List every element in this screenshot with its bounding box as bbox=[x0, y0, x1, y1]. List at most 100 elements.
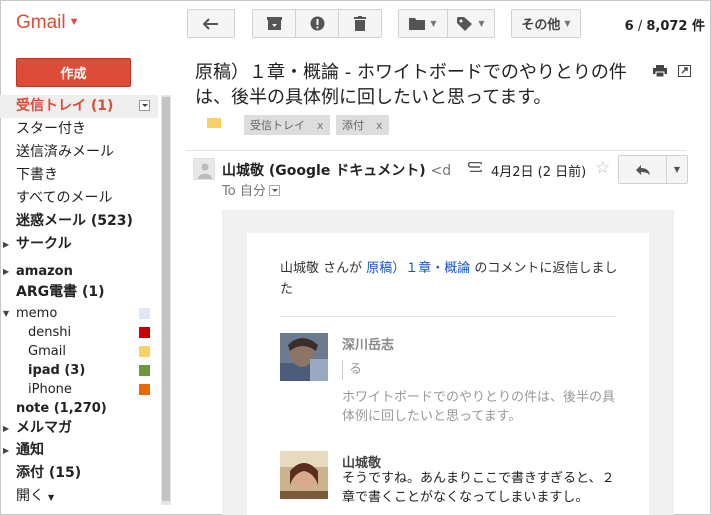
commenter-avatar bbox=[280, 333, 328, 381]
back-to-inbox-button[interactable] bbox=[187, 9, 235, 38]
chevron-down-icon: ▼ bbox=[478, 19, 485, 28]
commenter-name: 深川岳志 bbox=[342, 338, 395, 353]
sidebar-item-label: note (1,270) bbox=[16, 401, 107, 416]
label-color-swatch[interactable] bbox=[139, 346, 150, 357]
title-prefix: 山城敬 さんが bbox=[280, 261, 367, 276]
inbox-menu-icon[interactable] bbox=[139, 100, 150, 111]
expand-triangle-icon[interactable]: ▶ bbox=[3, 262, 9, 281]
sidebar-item-label: 通知 bbox=[16, 442, 44, 458]
sender-avatar bbox=[193, 158, 215, 180]
sidebar-item-memo[interactable]: ▼ memo bbox=[0, 304, 158, 323]
delete-button[interactable] bbox=[338, 9, 382, 38]
sidebar-item-gmail[interactable]: Gmail bbox=[0, 342, 158, 361]
label-color-swatch[interactable] bbox=[139, 308, 150, 319]
attachment-icon bbox=[466, 160, 485, 176]
chevron-down-icon: ▼ bbox=[430, 19, 437, 28]
remove-label-icon[interactable]: x bbox=[317, 119, 324, 132]
sidebar-more-toggle[interactable]: 開く ▼ bbox=[0, 485, 158, 507]
compose-button[interactable]: 作成 bbox=[16, 58, 131, 87]
sidebar-item-spam[interactable]: 迷惑メール (523) bbox=[0, 210, 158, 233]
gmail-logo[interactable]: Gmail ▼ bbox=[16, 12, 80, 34]
reply-text: そうですね。あんまりここで書きすぎると、２章で書くことがなくなってしまいますし。 bbox=[342, 471, 615, 505]
label-color-swatch[interactable] bbox=[139, 327, 150, 338]
labels-button[interactable]: ▼ bbox=[447, 9, 495, 38]
replier-avatar bbox=[280, 451, 328, 499]
sidebar-item-label: memo bbox=[16, 306, 58, 321]
sidebar-item-iphone[interactable]: iPhone bbox=[0, 380, 158, 399]
sidebar-item-all-mail[interactable]: すべてのメール bbox=[0, 187, 158, 210]
remove-label-icon[interactable]: x bbox=[376, 119, 383, 132]
sidebar-item-drafts[interactable]: 下書き bbox=[0, 164, 158, 187]
person-icon bbox=[198, 163, 212, 179]
count-separator: / bbox=[633, 19, 647, 34]
archive-icon bbox=[266, 16, 282, 30]
sender-name: 山城敬 (Google ドキュメント) bbox=[222, 163, 426, 179]
label-chip-name: 受信トレイ bbox=[250, 119, 305, 132]
sidebar-item-label: すべてのメール bbox=[16, 190, 113, 206]
sidebar-item-amazon[interactable]: ▶ amazon bbox=[0, 262, 158, 281]
star-icon[interactable]: ☆ bbox=[595, 158, 610, 178]
label-chip-attachments[interactable]: 添付 x bbox=[336, 115, 389, 135]
label-color-swatch[interactable] bbox=[139, 365, 150, 376]
print-icon[interactable] bbox=[653, 65, 667, 80]
sidebar-item-inbox[interactable]: 受信トレイ (1) bbox=[0, 95, 158, 118]
sidebar-item-label: 下書き bbox=[16, 167, 58, 183]
card-divider bbox=[280, 316, 616, 317]
sidebar-item-label: 迷惑メール (523) bbox=[16, 213, 133, 229]
expand-triangle-icon[interactable]: ▶ bbox=[3, 439, 9, 462]
details-dropdown-icon[interactable] bbox=[268, 185, 280, 196]
new-window-icon[interactable] bbox=[678, 65, 691, 80]
more-button[interactable]: その他 ▼ bbox=[511, 9, 581, 38]
sidebar-item-label: iPhone bbox=[28, 382, 72, 397]
folder-icon bbox=[409, 18, 426, 30]
scrollbar-thumb[interactable] bbox=[162, 97, 170, 501]
more-label: その他 bbox=[521, 18, 561, 33]
label-chip-name: 添付 bbox=[342, 119, 364, 132]
compose-label: 作成 bbox=[60, 67, 87, 82]
chevron-down-icon: ▼ bbox=[48, 493, 55, 502]
sidebar-item-label: 開く bbox=[16, 488, 44, 504]
sidebar-item-label: amazon bbox=[16, 264, 73, 279]
collapse-triangle-icon[interactable]: ▼ bbox=[3, 304, 9, 323]
sidebar-item-note[interactable]: note (1,270) bbox=[0, 399, 158, 418]
sidebar-scrollbar[interactable] bbox=[161, 95, 171, 505]
logo-text: Gmail bbox=[16, 12, 66, 33]
sidebar-item-circles[interactable]: ▶ サークル bbox=[0, 233, 158, 256]
sidebar-item-arg[interactable]: ARG電書 (1) bbox=[0, 281, 158, 304]
document-link[interactable]: 原稿）１章・概論 bbox=[366, 261, 470, 276]
chevron-down-icon: ▼ bbox=[564, 19, 571, 28]
sidebar-item-notifications[interactable]: ▶ 通知 bbox=[0, 439, 158, 462]
sidebar-item-label: サークル bbox=[16, 236, 72, 252]
label-color-swatch[interactable] bbox=[139, 384, 150, 395]
sidebar-item-denshi[interactable]: denshi bbox=[0, 323, 158, 342]
sender-address: <d bbox=[430, 163, 452, 179]
move-to-button[interactable]: ▼ bbox=[398, 9, 448, 38]
archive-button[interactable] bbox=[252, 9, 296, 38]
expand-triangle-icon[interactable]: ▶ bbox=[3, 418, 9, 439]
sidebar-item-starred[interactable]: スター付き bbox=[0, 118, 158, 141]
sidebar-item-label: denshi bbox=[28, 325, 72, 340]
reply-button-group: ▼ bbox=[618, 155, 688, 184]
sender-line[interactable]: 山城敬 (Google ドキュメント) <d bbox=[222, 160, 451, 180]
more-actions-button[interactable]: ▼ bbox=[667, 156, 687, 183]
notification-title: 山城敬 さんが 原稿）１章・概論 のコメントに返信しました bbox=[280, 258, 620, 300]
report-spam-button[interactable] bbox=[295, 9, 339, 38]
comment-text: ホワイトボードでのやりとりの件は、後半の具体例に回したいと思ってます。 bbox=[342, 390, 616, 424]
exclamation-icon bbox=[310, 16, 324, 31]
message-count: 6 / 8,072 件 bbox=[625, 15, 705, 34]
sidebar-item-label: メルマガ bbox=[16, 420, 72, 436]
importance-marker-icon[interactable] bbox=[207, 118, 221, 128]
sidebar-item-mailmag[interactable]: ▶ メルマガ bbox=[0, 418, 158, 439]
count-current: 6 bbox=[624, 19, 634, 34]
sidebar-item-sent[interactable]: 送信済みメール bbox=[0, 141, 158, 164]
recipient-label: To 自分 bbox=[222, 184, 266, 199]
sidebar-item-ipad[interactable]: ipad (3) bbox=[0, 361, 158, 380]
expand-triangle-icon[interactable]: ▶ bbox=[3, 233, 9, 256]
recipient-line[interactable]: To 自分 bbox=[222, 180, 280, 199]
trash-icon bbox=[354, 16, 366, 31]
sidebar-item-label: ARG電書 (1) bbox=[16, 284, 105, 300]
reply-button[interactable] bbox=[619, 156, 666, 183]
sidebar-item-label: スター付き bbox=[16, 121, 86, 137]
sidebar-item-attachments[interactable]: 添付 (15) bbox=[0, 462, 158, 485]
label-chip-inbox[interactable]: 受信トレイ x bbox=[244, 115, 330, 135]
